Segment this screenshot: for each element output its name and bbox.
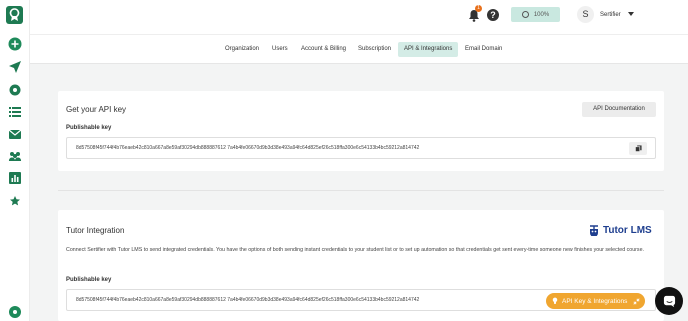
help-icon[interactable]: ? xyxy=(487,9,499,21)
publishable-key-field[interactable]: 8d57508f45f744f4b76eaeb42c810a667a8e59af… xyxy=(66,137,656,159)
notification-count-badge: 1 xyxy=(475,5,482,12)
add-icon[interactable] xyxy=(8,37,22,51)
tab-account-billing[interactable]: Account & Billing xyxy=(295,42,352,57)
credits-value: 100% xyxy=(533,11,550,18)
tab-api-integrations[interactable]: API & Integrations xyxy=(398,42,459,57)
api-key-integrations-pill[interactable]: API Key & Integrations xyxy=(546,293,645,309)
send-icon[interactable] xyxy=(8,60,22,74)
api-key-title: Get your API key xyxy=(66,105,127,114)
analytics-icon[interactable] xyxy=(8,171,22,185)
chat-launcher-button[interactable] xyxy=(655,287,683,315)
settings-gear-icon[interactable] xyxy=(8,83,22,97)
api-documentation-button[interactable]: API Documentation xyxy=(582,102,656,117)
status-online-icon[interactable] xyxy=(8,305,22,319)
pill-label: API Key & Integrations xyxy=(562,297,628,305)
progress-ring-icon xyxy=(521,11,529,18)
mail-icon[interactable] xyxy=(8,127,22,141)
users-icon[interactable] xyxy=(8,149,22,163)
tutor-lms-icon xyxy=(590,225,598,236)
tutor-integration-description: Connect Sertifier with Tutor LMS to send… xyxy=(66,247,644,253)
publishable-key-label: Publishable key xyxy=(66,125,112,131)
tutor-publishable-key-label: Publishable key xyxy=(66,277,112,283)
collapse-arrows-icon xyxy=(633,297,641,305)
tab-email-domain[interactable]: Email Domain xyxy=(459,42,508,57)
tab-users[interactable]: Users xyxy=(266,42,294,57)
chat-icon xyxy=(663,295,675,307)
copy-icon xyxy=(634,145,642,152)
api-key-card: Get your API key API Documentation Publi… xyxy=(58,91,664,171)
list-icon[interactable] xyxy=(8,105,22,119)
star-icon[interactable] xyxy=(8,194,22,208)
tutor-lms-logo-text: Tutor LMS xyxy=(603,224,652,236)
section-divider xyxy=(58,190,664,191)
tutor-integration-title: Tutor Integration xyxy=(66,226,125,235)
tutor-publishable-key-value: 8d57508f45f744f4b76eaeb42c810a667a8e59af… xyxy=(76,297,420,303)
credits-indicator[interactable]: 100% xyxy=(511,7,560,22)
username[interactable]: Sertifier xyxy=(600,12,621,18)
chevron-down-icon[interactable] xyxy=(628,12,634,16)
lightbulb-icon xyxy=(552,297,558,304)
publishable-key-value: 8d57508f45f744f4b76eaeb42c810a667a8e59af… xyxy=(76,145,420,151)
tab-subscription[interactable]: Subscription xyxy=(352,42,397,57)
copy-button[interactable] xyxy=(629,142,647,155)
settings-tabs: Organization Users Account & Billing Sub… xyxy=(30,34,688,64)
sidebar xyxy=(0,0,30,321)
sertifier-logo-icon[interactable] xyxy=(6,6,23,24)
avatar[interactable]: S xyxy=(577,6,594,23)
tab-organization[interactable]: Organization xyxy=(219,42,265,57)
tutor-lms-logo: Tutor LMS xyxy=(588,224,652,236)
